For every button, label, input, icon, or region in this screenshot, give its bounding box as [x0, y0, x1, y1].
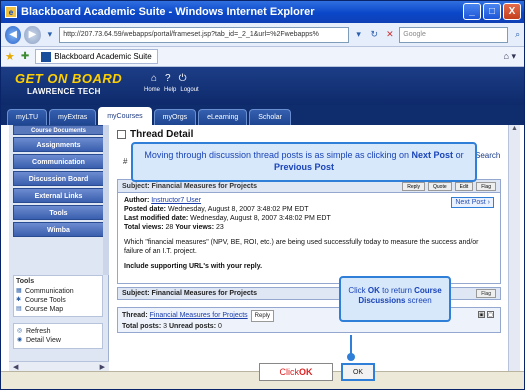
- thread-reply-button[interactable]: Reply: [250, 310, 275, 322]
- url-field[interactable]: http://207.73.64.59/webapps/portal/frame…: [59, 26, 350, 43]
- course-documents-button[interactable]: Course Documents: [13, 125, 104, 135]
- maximize-button[interactable]: □: [483, 3, 501, 20]
- flag-button[interactable]: Flag: [476, 182, 496, 191]
- post-body: Which "financial measures" (NPV, BE, ROI…: [124, 239, 479, 255]
- ie-icon: e: [5, 6, 17, 18]
- quote-button[interactable]: Quote: [428, 182, 452, 191]
- help-link[interactable]: Help: [164, 87, 176, 93]
- tab-myextras[interactable]: myExtras: [49, 109, 97, 125]
- callout-pointer: [347, 335, 355, 361]
- next-post-link[interactable]: Next Post ›: [451, 197, 494, 208]
- logo-subtext: LAWRENCE TECH: [27, 87, 101, 96]
- logo-text: GET ON BOARD: [15, 71, 123, 86]
- browser-window: e Blackboard Academic Suite - Windows In…: [0, 0, 525, 390]
- thread-detail-area: Thread Detail # Search Moving through di…: [113, 125, 514, 371]
- page-content: Course Documents Assignments Communicati…: [1, 125, 524, 381]
- home-icon[interactable]: ⌂ ▾: [504, 51, 516, 62]
- communication-button[interactable]: Communication: [13, 154, 104, 169]
- refresh-icon: ◎: [17, 328, 23, 334]
- instruction-callout-bottom: Click OK to return Course Discussions sc…: [339, 276, 451, 322]
- click-ok-label: Click OK: [259, 363, 333, 381]
- tools-communication[interactable]: ▦ Communication: [16, 287, 100, 296]
- post-panel: Subject: Financial Measures for Projects…: [117, 179, 501, 284]
- post-body-instruction: Include supporting URL's with your reply…: [124, 263, 263, 270]
- course-menu: Course Documents Assignments Communicati…: [9, 125, 109, 371]
- refresh-icon[interactable]: ↻: [368, 28, 381, 42]
- main-scrollbar[interactable]: ▲: [508, 125, 520, 371]
- minimize-button[interactable]: _: [463, 3, 481, 20]
- tools-button[interactable]: Tools: [13, 205, 104, 220]
- detail-view-link[interactable]: ◉ Detail View: [17, 336, 99, 345]
- wimba-button[interactable]: Wimba: [13, 222, 104, 237]
- course-tools-icon: ✱: [16, 297, 22, 303]
- favorites-star-icon[interactable]: ★: [5, 50, 15, 63]
- tools-course-map[interactable]: ▤ Course Map: [16, 305, 100, 314]
- header-links: Home Help Logout: [144, 87, 199, 93]
- course-map-icon: ▤: [16, 306, 22, 312]
- logout-icon[interactable]: ⏻: [179, 73, 187, 84]
- view-panel: ◎ Refresh ◉ Detail View: [13, 323, 103, 349]
- discussion-board-button[interactable]: Discussion Board: [13, 171, 104, 186]
- portal-tabs: myLTU myExtras myCourses myOrgs eLearnin…: [1, 105, 524, 125]
- assignments-button[interactable]: Assignments: [13, 137, 104, 152]
- title-bar: e Blackboard Academic Suite - Windows In…: [1, 1, 524, 23]
- browser-tab-label: Blackboard Academic Suite: [54, 52, 152, 61]
- tools-title: Tools: [16, 278, 35, 285]
- window-controls: _ □ X: [463, 3, 521, 20]
- scroll-up-icon[interactable]: ▲: [509, 125, 520, 135]
- hash-mark: #: [123, 157, 128, 166]
- close-button[interactable]: X: [503, 3, 521, 20]
- author-link[interactable]: Instructor7 User: [151, 197, 201, 204]
- tab-elearning[interactable]: eLearning: [198, 109, 248, 125]
- home-link[interactable]: Home: [144, 87, 160, 93]
- post-meta: Author: Instructor7 User Posted date: We…: [124, 197, 331, 231]
- ok-button[interactable]: OK: [341, 363, 375, 381]
- title-checkbox: [117, 130, 126, 139]
- search-input[interactable]: Google: [399, 26, 509, 43]
- page-title: Thread Detail: [117, 129, 193, 140]
- sidebar-hscrollbar[interactable]: ◀ ▶: [9, 361, 109, 371]
- scroll-left-icon[interactable]: ◀: [13, 363, 18, 371]
- favorites-bar: ★ ✚ Blackboard Academic Suite ⌂ ▾: [1, 47, 524, 67]
- stop-icon[interactable]: ✕: [384, 28, 397, 42]
- collapse-icon[interactable]: ▣: [478, 311, 485, 318]
- search-icon[interactable]: ⌕: [511, 28, 524, 42]
- reply-button[interactable]: Reply: [402, 182, 426, 191]
- scroll-right-icon[interactable]: ▶: [100, 363, 105, 371]
- post-actions: Reply Quote Edit Flag: [402, 182, 496, 191]
- detail-view-icon: ◉: [17, 337, 23, 343]
- external-links-button[interactable]: External Links: [13, 188, 104, 203]
- expand-icon[interactable]: ▢: [487, 311, 494, 318]
- flag-button-2[interactable]: Flag: [476, 289, 496, 298]
- refresh-link[interactable]: ◎ Refresh: [17, 327, 99, 336]
- search-link[interactable]: Search: [475, 151, 500, 160]
- thread-link[interactable]: Financial Measures for Projects: [150, 312, 248, 319]
- instruction-callout-top: Moving through discussion thread posts i…: [131, 142, 477, 182]
- thread-view-icons: ▣ ▢: [478, 311, 494, 318]
- address-bar: ◀ ▶ ▾ http://207.73.64.59/webapps/portal…: [1, 23, 524, 47]
- browser-tab[interactable]: Blackboard Academic Suite: [35, 49, 158, 64]
- back-button[interactable]: ◀: [5, 25, 22, 44]
- go-arrow-icon[interactable]: ▾: [352, 28, 365, 42]
- window-title: Blackboard Academic Suite - Windows Inte…: [21, 6, 315, 18]
- sidebar-scrollbar[interactable]: [103, 125, 109, 275]
- help-icon[interactable]: ?: [165, 73, 171, 84]
- blackboard-header: GET ON BOARD LAWRENCE TECH ⌂ ? ⏻ Home He…: [1, 67, 524, 105]
- header-icons: ⌂ ? ⏻: [151, 73, 187, 84]
- edit-button[interactable]: Edit: [454, 182, 474, 191]
- tab-mycourses[interactable]: myCourses: [98, 107, 152, 125]
- logout-link[interactable]: Logout: [180, 87, 198, 93]
- forward-button[interactable]: ▶: [24, 25, 41, 44]
- tools-course-tools[interactable]: ✱ Course Tools: [16, 296, 100, 305]
- dropdown-arrow-icon[interactable]: ▾: [44, 28, 57, 42]
- tools-panel: Tools ▦ Communication ✱ Course Tools ▤ Cour…: [13, 275, 103, 317]
- tab-myltu[interactable]: myLTU: [7, 109, 48, 125]
- blackboard-icon: [41, 51, 52, 62]
- tab-scholar[interactable]: Scholar: [249, 109, 291, 125]
- tab-myorgs[interactable]: myOrgs: [153, 109, 197, 125]
- communication-icon: ▦: [16, 288, 22, 294]
- home-icon[interactable]: ⌂: [151, 73, 157, 84]
- add-favorite-icon[interactable]: ✚: [21, 51, 29, 62]
